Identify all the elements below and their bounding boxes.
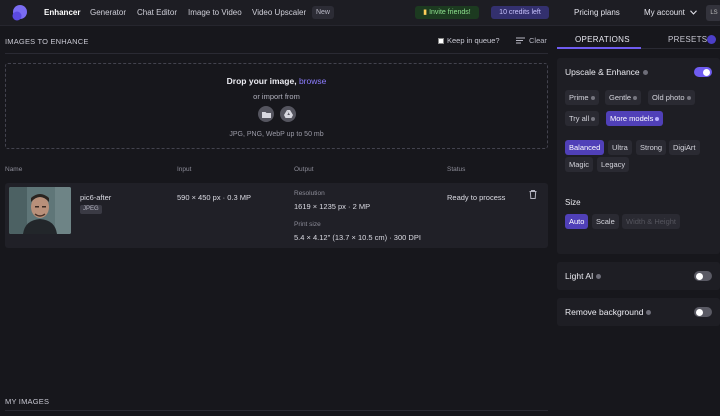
gift-icon: ▮: [423, 9, 428, 16]
clear-label: Clear: [529, 36, 547, 45]
model-old-photo-label: Old photo: [652, 93, 685, 102]
divider: [5, 53, 548, 54]
model-gentle-label: Gentle: [609, 93, 632, 102]
print-size-label: Print size: [294, 221, 321, 228]
browse-link[interactable]: browse: [299, 76, 326, 86]
print-size-value: 5.4 × 4.12" (13.7 × 10.5 cm) · 300 DPI: [294, 233, 421, 242]
tab-operations[interactable]: OPERATIONS: [575, 35, 630, 44]
images-to-enhance-title: IMAGES TO ENHANCE: [5, 37, 89, 46]
mode-magic[interactable]: Magic: [565, 157, 594, 172]
clear-button[interactable]: Clear: [516, 36, 547, 45]
image-thumbnail[interactable]: [9, 187, 71, 234]
remove-background-title-text: Remove background: [565, 307, 644, 317]
col-header-name: Name: [5, 166, 23, 173]
divider: [641, 48, 720, 49]
col-header-output: Output: [294, 166, 314, 173]
model-prime-label: Prime: [569, 93, 589, 102]
output-resolution: 1619 × 1235 px · 2 MP: [294, 202, 371, 211]
light-ai-panel: Light AI: [557, 262, 720, 290]
upscale-enhance-title-text: Upscale & Enhance: [565, 67, 640, 77]
light-ai-title: Light AI: [565, 271, 602, 281]
info-icon[interactable]: [646, 310, 652, 316]
top-nav: Enhancer Generator Chat Editor Image to …: [0, 0, 720, 26]
file-name: pic6-after: [80, 193, 112, 202]
mode-digiart[interactable]: DigiArt: [669, 140, 700, 155]
col-header-input: Input: [177, 166, 192, 173]
my-images-title: MY IMAGES: [5, 397, 50, 406]
size-width-height: Width & Height: [622, 214, 681, 229]
my-account-label: My account: [644, 8, 685, 17]
import-folder-button[interactable]: [258, 106, 274, 122]
model-try-all[interactable]: Try all: [565, 111, 600, 126]
mode-strong[interactable]: Strong: [636, 140, 667, 155]
dropzone-title-text: Drop your image,: [226, 76, 297, 86]
remove-background-title: Remove background: [565, 307, 652, 317]
status-text: Ready to process: [447, 193, 506, 202]
size-scale[interactable]: Scale: [592, 214, 619, 229]
input-dimensions: 590 × 450 px · 0.3 MP: [177, 193, 252, 202]
table-row[interactable]: pic6-after JPEG 590 × 450 px · 0.3 MP Re…: [5, 183, 548, 248]
nav-generator[interactable]: Generator: [90, 8, 126, 17]
mode-ultra[interactable]: Ultra: [608, 140, 632, 155]
upscale-enhance-panel: Upscale & Enhance Prime Gentle Old photo…: [557, 58, 720, 254]
nav-video-upscaler[interactable]: Video Upscaler: [252, 8, 306, 17]
active-tab-indicator: [557, 47, 641, 49]
model-old-photo[interactable]: Old photo: [648, 90, 695, 105]
folder-icon: [261, 111, 271, 118]
app-logo-icon[interactable]: [11, 5, 28, 21]
presets-indicator-icon: [707, 35, 716, 44]
trash-icon[interactable]: [529, 190, 537, 199]
file-type-badge: JPEG: [80, 205, 102, 214]
mode-balanced[interactable]: Balanced: [565, 140, 605, 155]
keep-in-queue-checkbox[interactable]: [438, 37, 444, 44]
chevron-down-icon: [690, 10, 698, 16]
col-header-status: Status: [447, 166, 466, 173]
info-icon[interactable]: [596, 274, 602, 280]
my-account-menu[interactable]: My account: [644, 8, 698, 17]
nav-image-to-video[interactable]: Image to Video: [188, 8, 242, 17]
invite-friends-button[interactable]: ▮ Invite friends!: [415, 6, 479, 19]
keep-in-queue-label: Keep in queue?: [447, 36, 500, 45]
info-icon: [633, 96, 638, 101]
upscale-enhance-title: Upscale & Enhance: [565, 67, 648, 77]
tab-presets[interactable]: PRESETS: [668, 35, 707, 44]
dropzone-title: Drop your image, browse: [6, 76, 547, 86]
import-google-drive-button[interactable]: [280, 106, 296, 122]
size-label: Size: [565, 198, 581, 207]
model-gentle[interactable]: Gentle: [605, 90, 642, 105]
keep-in-queue-toggle[interactable]: Keep in queue?: [438, 36, 500, 45]
mode-legacy[interactable]: Legacy: [597, 157, 630, 172]
info-icon[interactable]: [642, 70, 648, 76]
light-ai-title-text: Light AI: [565, 271, 594, 281]
model-prime[interactable]: Prime: [565, 90, 599, 105]
size-auto[interactable]: Auto: [565, 214, 589, 229]
invite-label: Invite friends!: [429, 9, 471, 16]
nav-enhancer[interactable]: Enhancer: [44, 8, 80, 17]
image-dropzone[interactable]: Drop your image, browse or import from J…: [5, 63, 548, 149]
remove-background-toggle[interactable]: [694, 307, 712, 317]
upscale-enhance-toggle[interactable]: [694, 67, 712, 77]
new-badge: New: [312, 6, 334, 19]
user-avatar[interactable]: LS: [706, 5, 720, 21]
info-icon: [591, 117, 596, 122]
pricing-plans-link[interactable]: Pricing plans: [574, 8, 620, 17]
resolution-label: Resolution: [294, 190, 325, 197]
light-ai-toggle[interactable]: [694, 271, 712, 281]
info-icon: [686, 96, 691, 101]
portrait-thumbnail-image: [9, 187, 71, 234]
credits-badge[interactable]: 10 credits left: [491, 6, 549, 19]
model-more-models[interactable]: More models: [606, 111, 664, 126]
model-try-all-label: Try all: [569, 114, 590, 123]
info-icon: [590, 96, 595, 101]
divider: [5, 410, 548, 411]
nav-chat-editor[interactable]: Chat Editor: [137, 8, 177, 17]
remove-background-panel: Remove background: [557, 298, 720, 326]
supported-formats-note: JPG, PNG, WebP up to 50 mb: [229, 131, 324, 138]
import-from-label: or import from: [253, 92, 300, 101]
clear-list-icon: [516, 37, 525, 44]
info-icon: [655, 117, 660, 122]
model-more-models-label: More models: [610, 114, 654, 123]
google-drive-icon: [283, 110, 293, 118]
